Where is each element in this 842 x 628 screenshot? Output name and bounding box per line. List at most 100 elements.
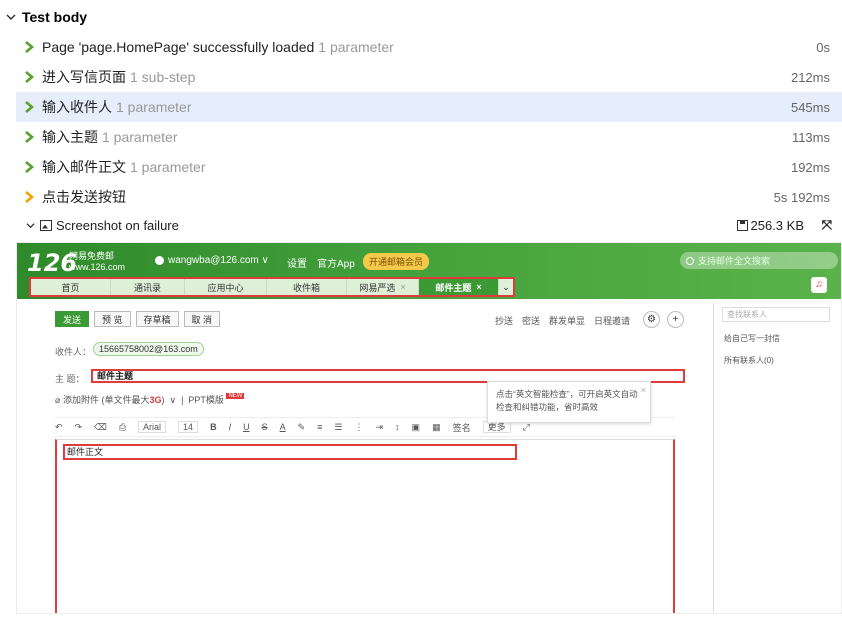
logo-sub-1: 网易免费邮 [69, 251, 115, 261]
contacts-panel: 查找联系人 给自己写一封信 所有联系人(0) [713, 303, 841, 613]
eraser-icon: ⌫ [94, 421, 107, 432]
recipient-chip: 15665758002@163.com [93, 342, 204, 356]
user-account: wangwba@126.com ∨ [155, 255, 269, 266]
contact-search: 查找联系人 [722, 307, 830, 322]
attach-note-size: 3G [149, 395, 162, 405]
tab-contacts: 通讯录 [111, 279, 185, 295]
compose-options: 抄送 密送 群发单显 日程邀请 [495, 314, 639, 327]
music-icon: ♫ [811, 277, 827, 293]
mail-logo-sub: 网易免费邮 www.126.com [69, 251, 125, 273]
close-icon: × [400, 282, 406, 292]
preview-button: 预 览 [94, 311, 131, 327]
step-duration: 0s [816, 39, 830, 55]
ppt-template: PPT模版 [188, 395, 224, 405]
font-select: Arial [138, 421, 167, 433]
chevron-right-icon [24, 191, 38, 203]
attach-note-prefix: (单文件最大 [101, 395, 150, 405]
indent-icon: ⇥ [375, 421, 384, 432]
vip-badge: 开通邮箱会员 [363, 253, 430, 270]
step-param: 1 parameter [116, 99, 192, 115]
step-duration: 113ms [791, 129, 830, 145]
chevron-down-icon [6, 11, 18, 23]
chevron-right-icon [24, 161, 38, 173]
attachment-size: 256.3 KB [736, 217, 805, 233]
expand-icon[interactable]: ⤧ [822, 217, 832, 233]
chevron-right-icon [24, 41, 38, 53]
bold-icon: B [210, 422, 217, 432]
mail-search: 支持邮件全文搜索 [680, 252, 838, 269]
underline-icon: U [243, 422, 250, 432]
tab-label: 应用中心 [207, 282, 244, 293]
font-color-icon: A [279, 422, 286, 432]
draft-button: 存草稿 [135, 311, 179, 327]
step-name: 输入邮件正文 [42, 159, 126, 175]
add-attachment: ⌀ 添加附件 (单文件最大3G) ∨ | PPT模版 NEW [55, 393, 245, 405]
user-email: wangwba@126.com ∨ [168, 255, 269, 266]
step-row[interactable]: 点击发送按钮 5s 192ms [16, 182, 842, 212]
logo-sub-2: www.126.com [69, 262, 126, 272]
step-row-selected[interactable]: 输入收件人 1 parameter 545ms [16, 92, 842, 122]
step-duration: 192ms [790, 159, 830, 175]
mail-tabs: 首页 通讯录 应用中心 收件箱 网易严选 × 邮件主题 × ⌄ [29, 277, 515, 297]
cancel-button: 取 消 [183, 311, 221, 327]
disk-icon [736, 219, 748, 231]
subject-label: 主 题： [55, 374, 85, 384]
step-name: Page 'page.HomePage' successfully loaded [42, 39, 315, 55]
print-icon: ⎙ [118, 421, 127, 432]
step-row[interactable]: 输入邮件正文 1 parameter 192ms [16, 152, 842, 182]
test-body-header[interactable]: Test body [6, 8, 87, 26]
tab-yanxuan: 网易严选 × [347, 279, 419, 295]
tab-home: 首页 [31, 279, 111, 295]
tab-label: 收件箱 [292, 282, 320, 293]
tab-dropdown: ⌄ [499, 279, 513, 295]
strikethrough-icon: S [261, 422, 268, 432]
mail-search-placeholder: 支持邮件全文搜索 [698, 256, 771, 266]
table-icon: ▦ [432, 421, 441, 432]
new-badge: NEW [226, 393, 245, 399]
align-icon: ≡ [317, 422, 323, 432]
tab-inbox: 收件箱 [267, 279, 347, 295]
chevron-down-icon: ⌄ [502, 281, 510, 292]
step-param: 1 parameter [130, 159, 206, 175]
highlight-icon: ✎ [297, 421, 306, 432]
step-name: 输入主题 [42, 129, 98, 145]
step-name: 进入写信页面 [42, 69, 126, 85]
write-self-link: 给自己写一封信 [724, 334, 780, 343]
tip-text: 点击“英文智能检查”，可开启英文自动检查和纠错功能，省时高效 [496, 389, 638, 412]
line-height-icon: ↕ [395, 422, 400, 432]
step-duration: 545ms [790, 99, 830, 115]
chevron-down-icon [26, 221, 36, 230]
bcc-link: 密送 [522, 316, 541, 326]
compose-buttons: 发送 预 览 存草稿 取 消 [55, 311, 225, 327]
compose-area: 发送 预 览 存草稿 取 消 抄送 密送 群发单显 日程邀请 ⚙ + 收件人： … [45, 303, 725, 613]
to-label: 收件人： [55, 347, 92, 357]
ordered-list-icon: ⋮ [354, 421, 364, 432]
section-title: Test body [22, 9, 88, 25]
attachment-row[interactable]: Screenshot on failure 256.3 KB ⤧ [26, 216, 838, 234]
chevron-right-icon [24, 101, 38, 113]
schedule-link: 日程邀请 [594, 316, 631, 326]
step-name: 点击发送按钮 [42, 189, 126, 205]
signature-label: 签名 [452, 422, 471, 433]
tab-compose: 邮件主题 × [419, 279, 499, 295]
body-text: 邮件正文 [63, 444, 517, 460]
step-param: 1 sub-step [130, 69, 196, 85]
tab-label: 网易严选 [359, 282, 396, 293]
undo-icon: ↶ [55, 421, 63, 432]
tab-label: 通讯录 [133, 282, 161, 293]
list-icon: ☰ [334, 421, 343, 432]
cc-link: 抄送 [495, 316, 514, 326]
image-icon [40, 219, 52, 231]
step-row[interactable]: 输入主题 1 parameter 113ms [16, 122, 842, 152]
attachment-size-text: 256.3 KB [750, 217, 805, 233]
tip-popover: × 点击“英文智能检查”，可开启英文自动检查和纠错功能，省时高效 [487, 381, 651, 423]
tab-apps: 应用中心 [185, 279, 267, 295]
step-row[interactable]: 进入写信页面 1 sub-step 212ms [16, 62, 842, 92]
redo-icon: ↷ [74, 421, 83, 432]
close-icon: × [640, 385, 646, 395]
attachment-name: Screenshot on failure [56, 217, 179, 233]
separate-send-link: 群发单显 [549, 316, 586, 326]
step-param: 1 parameter [318, 39, 394, 55]
user-icon [155, 256, 164, 265]
step-row[interactable]: Page 'page.HomePage' successfully loaded… [16, 32, 842, 62]
